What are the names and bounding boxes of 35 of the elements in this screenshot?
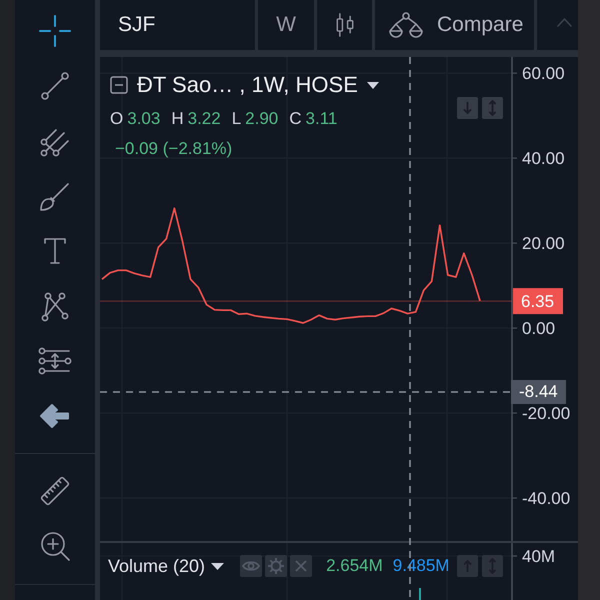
last-price-label: 6.35 [513, 288, 563, 314]
axis-label: 40.00 [522, 149, 565, 168]
volume-reading: 9.485M [392, 556, 450, 576]
symbol-button[interactable]: SJF [100, 0, 255, 50]
ohlc-value: 3.03 [127, 109, 160, 129]
minus-square-icon[interactable] [110, 76, 128, 94]
ohlc-value: 3.11 [306, 109, 338, 129]
compare-button[interactable]: Compare [375, 0, 534, 50]
crosshair-price-label: -8.44 [511, 380, 566, 404]
axis-label: 60.00 [522, 64, 565, 84]
ohlc-label: C [289, 109, 302, 129]
caret-down-icon[interactable] [211, 562, 224, 570]
ohlc-label: H [171, 109, 184, 129]
chevron-up-icon [556, 16, 573, 28]
axis-label: 20.00 [522, 234, 565, 254]
axis-label: 40M [522, 547, 556, 566]
ohlc-label: O [110, 109, 124, 129]
eye-icon[interactable] [240, 555, 262, 577]
caret-down-icon[interactable] [366, 82, 379, 88]
ohlc-value: 3.22 [188, 109, 221, 129]
crosshair-icon[interactable] [37, 12, 73, 48]
ohlc-value: 2.90 [245, 109, 278, 129]
axis-label: -40.00 [522, 489, 570, 508]
ref-line-label: 6.35 [521, 292, 554, 312]
symbol-title[interactable]: ĐT Sao… , 1W, HOSE [137, 72, 358, 98]
balance-scale-icon [387, 11, 425, 39]
volume-reading: 2.654M [326, 556, 383, 576]
price-change: −0.09 (−2.81%) [115, 139, 232, 159]
chart-type-button[interactable] [317, 0, 372, 50]
axis-label: 0.00 [522, 319, 556, 338]
volume-title[interactable]: Volume (20) [108, 556, 206, 576]
interval-button[interactable]: W [258, 0, 314, 50]
axis-label: -20.00 [522, 404, 570, 424]
ohlc-label: L [232, 109, 242, 129]
close-icon[interactable] [290, 555, 312, 577]
